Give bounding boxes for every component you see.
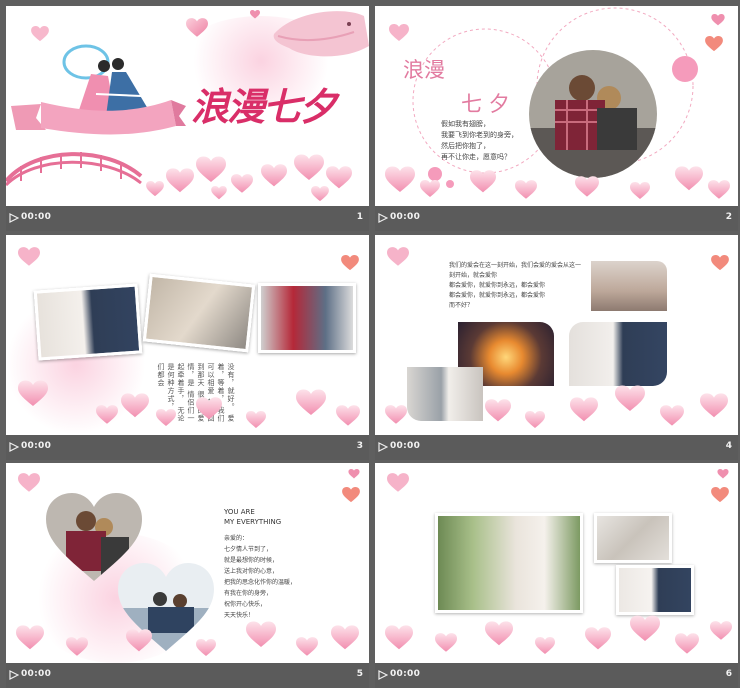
heart-icon [250,10,260,19]
letter-line: 就是最想你的时候， [224,557,279,564]
slide-2-status-bar: 00:00 2 [375,206,738,231]
slide-time: 00:00 [390,212,421,222]
slide-5-canvas: YOU ARE MY EVERYTHING 亲爱的： 七夕情人节到了， 就是最想… [6,463,369,663]
heart-icon [341,255,359,271]
heart-icon [717,469,729,479]
slide-4-canvas: 我们的爱会在这一刻开始，我们会爱的爱会从这一刻开始，就会爱你 都会爱你，就爱你到… [375,235,738,435]
slide-time: 00:00 [390,441,421,451]
slide-thumbnail-1[interactable]: 浪漫七夕 00:00 1 [6,6,369,231]
heart-icon [186,18,208,38]
letter-line: 把我的思念化作你的温暖， [224,579,297,586]
heart-icon [342,487,360,503]
hearts-decoration [385,166,730,199]
ribbon-banner [11,100,186,135]
letter-line: 送上我对你的心意， [224,568,279,575]
slide-thumbnail-3[interactable]: 没有，就好。 爱着，等着， 我们可以相爱 就会回到那天 很好的爱情，是 情侣们一… [6,235,369,460]
slide-6-status-bar: 00:00 6 [375,663,738,688]
slide-thumbnail-2[interactable]: 浪漫 七 夕 假如我有翅膀， 我要飞到你老到的身旁， 然后把你抱了， 再不让你走… [375,6,738,231]
play-icon[interactable] [9,442,19,452]
slide-time: 00:00 [21,669,52,679]
hearts-decoration [385,615,732,654]
slide-number: 3 [356,441,363,451]
slide-4-paragraph: 我们的爱会在这一刻开始，我们会爱的爱会从这一刻开始，就会爱你 都会爱你，就爱你到… [449,261,584,311]
play-icon[interactable] [9,670,19,680]
play-icon[interactable] [378,213,388,223]
heart-icon [387,247,409,267]
heart-icon [18,473,40,493]
slide-1-title: 浪漫七夕 [191,84,337,129]
paragraph-line: 都会爱你，就爱你到永远，都会爱你 [449,292,546,299]
slide-thumbnail-6[interactable]: 00:00 6 [375,463,738,688]
slide-2-heading-top: 浪漫 [403,58,445,82]
hearts-decoration [18,380,360,428]
poem-line: 我要飞到你老到的身旁， [441,131,518,139]
slide-thumbnail-4[interactable]: 我们的爱会在这一刻开始，我们会爱的爱会从这一刻开始，就会爱你 都会爱你，就爱你到… [375,235,738,460]
letter-line: 七夕情人节到了， [224,546,273,553]
heart-icon [711,487,729,503]
heart-icon [711,255,729,271]
slide-number: 2 [725,212,732,222]
heart-icon [18,247,40,267]
heart-icon [389,24,409,42]
slide-number: 1 [356,212,363,222]
play-icon[interactable] [9,213,19,223]
play-icon[interactable] [378,442,388,452]
heart-icon [387,473,409,493]
slide-number: 4 [725,441,732,451]
letter-line: 亲爱的： [224,535,249,542]
paragraph-line: 我们的爱会在这一刻开始，我们会爱的爱会从这一刻开始，就会爱你 [449,262,582,279]
heart-icon [348,469,360,479]
poem-line: 假如我有翅膀， [441,120,490,128]
heart-icon [705,36,723,52]
slide-time: 00:00 [21,212,52,222]
slide-5-title-line2: MY EVERYTHING [224,518,282,526]
slide-1-status-bar: 00:00 1 [6,206,369,231]
paragraph-line: 而不好？ [449,302,474,309]
rings-detail-photo [594,513,672,563]
slide-number: 6 [725,669,732,679]
wedding-photo-1 [33,283,143,361]
holding-hands-photo [435,513,583,613]
couple-photo-3 [258,283,356,353]
heart-icon [31,26,49,42]
slide-6-canvas [375,463,738,663]
slide-5-status-bar: 00:00 5 [6,663,369,688]
slide-number: 5 [356,669,363,679]
paragraph-line: 都会爱你，就爱你到永远，都会爱你 [449,282,546,289]
letter-line: 有我在你的身旁， [224,590,273,597]
heart-icon [711,14,725,26]
slide-1-canvas: 浪漫七夕 [6,6,369,206]
whale-illustration [273,11,369,57]
slide-5-title-line1: YOU ARE [224,508,255,516]
slide-2-heading-bottom: 七 夕 [461,92,510,116]
slide-4-status-bar: 00:00 4 [375,435,738,460]
slide-2-canvas: 浪漫 七 夕 假如我有翅膀， 我要飞到你老到的身旁， 然后把你抱了， 再不让你走… [375,6,738,206]
slide-time: 00:00 [390,669,421,679]
hearts-decoration [385,385,728,428]
field-couple-photo [591,261,667,311]
slide-time: 00:00 [21,441,52,451]
slide-thumbnail-5[interactable]: YOU ARE MY EVERYTHING 亲爱的： 七夕情人节到了， 就是最想… [6,463,369,688]
hearts-decoration [16,621,359,656]
play-icon[interactable] [378,670,388,680]
slide-3-canvas: 没有，就好。 爱着，等着， 我们可以相爱 就会回到那天 很好的爱情，是 情侣们一… [6,235,369,435]
hearts-decoration [146,154,352,202]
rings-photo [142,273,256,353]
slide-3-status-bar: 00:00 3 [6,435,369,460]
